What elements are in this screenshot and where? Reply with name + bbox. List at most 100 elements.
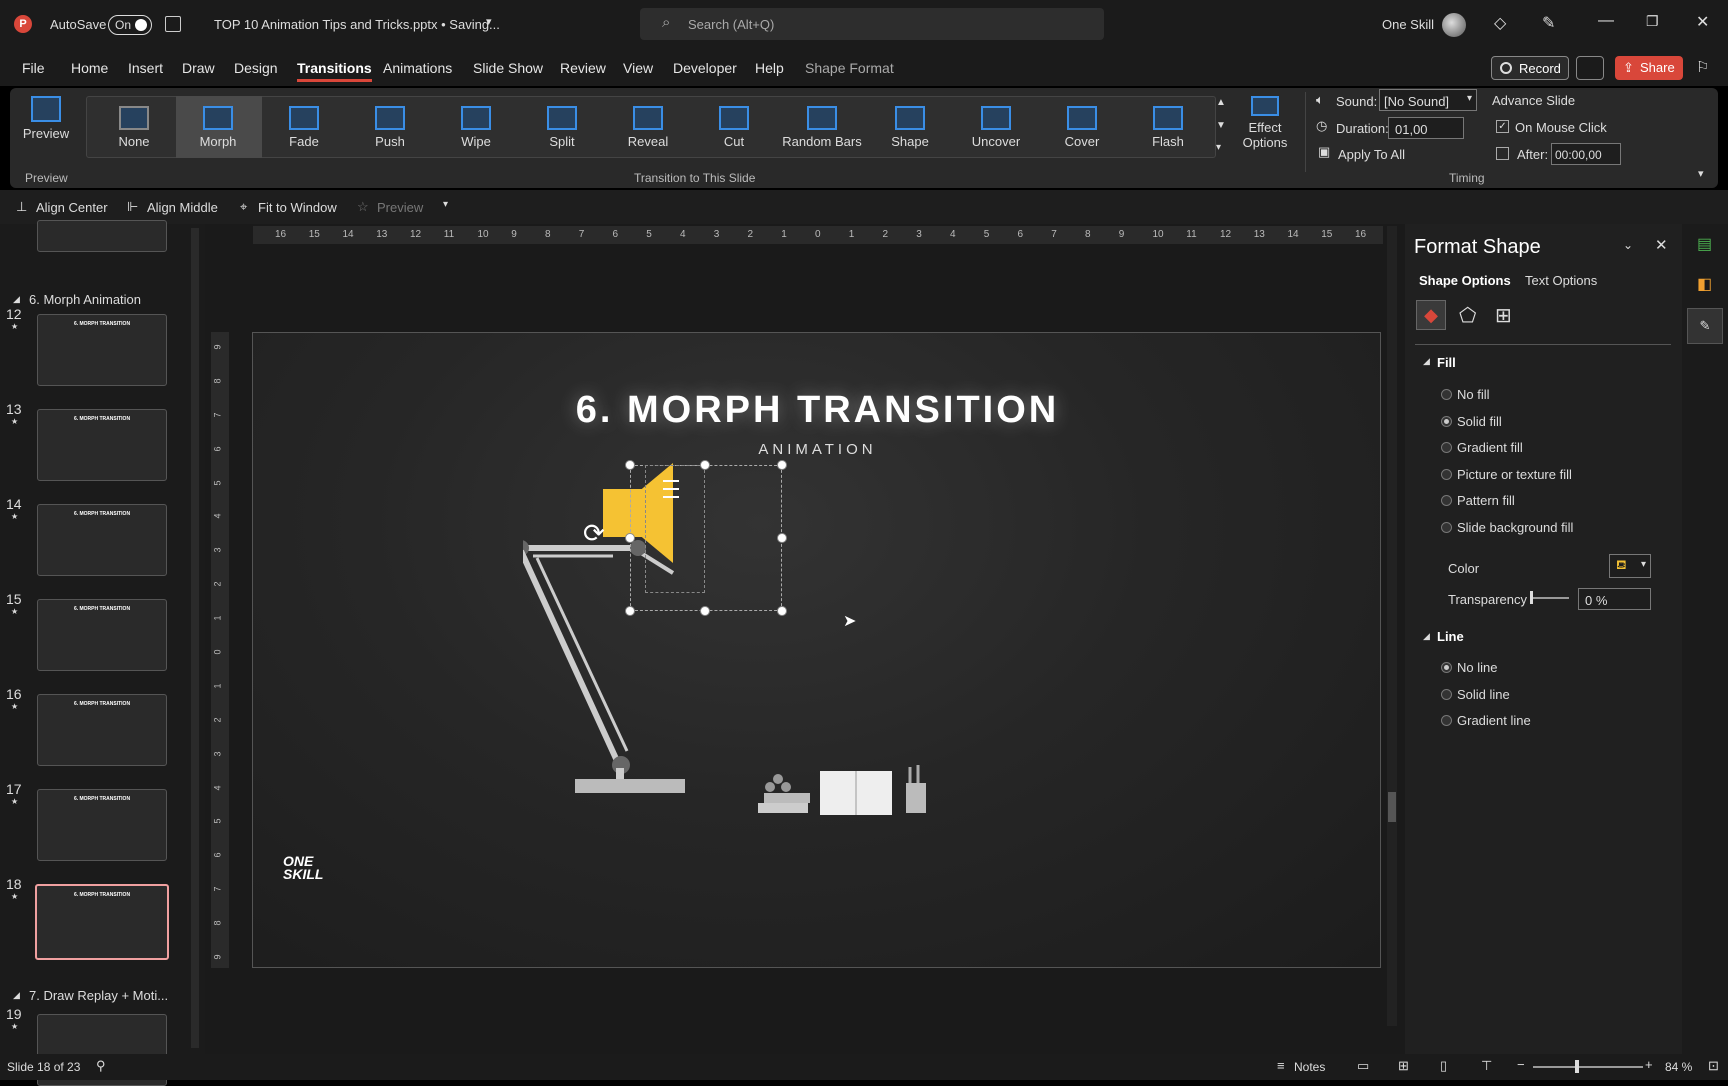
slide-title[interactable]: 6. MORPH TRANSITION	[253, 389, 1382, 432]
resize-handle[interactable]	[625, 606, 635, 616]
transition-wipe[interactable]: Wipe	[434, 96, 518, 156]
option-label[interactable]: Picture or texture fill	[1457, 467, 1572, 482]
option-label[interactable]: Gradient fill	[1457, 440, 1523, 455]
slide-thumbnail-12[interactable]: 6. MORPH TRANSITION	[37, 314, 167, 386]
resize-handle[interactable]	[625, 460, 635, 470]
fill-line-icon[interactable]: ◆	[1416, 300, 1446, 330]
user-name[interactable]: One Skill	[1382, 17, 1434, 32]
slide-sorter-icon[interactable]: ⊞	[1398, 1058, 1409, 1074]
tab-help[interactable]: Help	[755, 60, 784, 76]
tab-draw[interactable]: Draw	[182, 60, 215, 76]
fill-header[interactable]: Fill	[1437, 355, 1456, 370]
selection-box[interactable]	[645, 465, 705, 593]
notes-icon[interactable]: ≡	[1277, 1058, 1285, 1073]
radio-gradient-line[interactable]	[1441, 715, 1452, 726]
tab-file[interactable]: File	[22, 60, 45, 76]
size-properties-icon[interactable]: ⊞	[1495, 303, 1512, 328]
zoom-slider-thumb[interactable]	[1575, 1060, 1579, 1073]
option-label[interactable]: Solid line	[1457, 687, 1510, 702]
section-6-label[interactable]: 6. Morph Animation	[29, 292, 141, 307]
radio-no-fill[interactable]	[1441, 389, 1452, 400]
transition-shape[interactable]: Shape	[868, 96, 952, 156]
tab-transitions[interactable]: Transitions	[297, 60, 372, 82]
radio-solid-fill[interactable]	[1441, 415, 1452, 427]
gallery-scroll-down[interactable]: ▼	[1216, 120, 1226, 131]
transition-morph[interactable]: Morph	[176, 96, 260, 156]
resize-handle[interactable]	[700, 460, 710, 470]
slide-thumbnail-11[interactable]	[37, 220, 167, 252]
align-middle-button[interactable]: Align Middle	[147, 200, 218, 215]
format-pane-toggle-icon[interactable]: ✎	[1687, 308, 1723, 344]
diamond-icon[interactable]: ◇	[1494, 13, 1506, 33]
zoom-out-icon[interactable]: −	[1517, 1057, 1525, 1072]
on-click-checkbox[interactable]: ✓	[1496, 120, 1509, 133]
tab-design[interactable]: Design	[234, 60, 278, 76]
resize-handle[interactable]	[777, 533, 787, 543]
radio-gradient-fill[interactable]	[1441, 442, 1452, 453]
preview-button[interactable]: Preview	[18, 92, 74, 152]
gallery-more[interactable]: ▾	[1216, 142, 1221, 153]
transition-cover[interactable]: Cover	[1040, 96, 1124, 156]
gallery-scroll-up[interactable]: ▲	[1216, 97, 1226, 108]
close-pane-icon[interactable]: ✕	[1655, 236, 1668, 254]
shape-icon[interactable]: ◧	[1697, 274, 1712, 294]
duration-stepper[interactable]: 01,00	[1388, 117, 1464, 139]
option-label[interactable]: Solid fill	[1457, 414, 1502, 429]
reading-view-icon[interactable]: ▯	[1440, 1058, 1447, 1074]
zoom-in-icon[interactable]: +	[1645, 1057, 1653, 1072]
resize-handle[interactable]	[700, 606, 710, 616]
transition-reveal[interactable]: Reveal	[606, 96, 690, 156]
tab-view[interactable]: View	[623, 60, 653, 76]
tab-insert[interactable]: Insert	[128, 60, 163, 76]
zoom-level[interactable]: 84 %	[1665, 1060, 1692, 1074]
effects-icon[interactable]: ⬠	[1459, 303, 1476, 328]
customize-qat-icon[interactable]: ▾	[443, 199, 448, 210]
option-label[interactable]: Slide background fill	[1457, 520, 1573, 535]
slideshow-icon[interactable]: ⊤	[1481, 1058, 1492, 1074]
option-label[interactable]: No line	[1457, 660, 1497, 675]
record-button[interactable]: Record	[1491, 56, 1569, 80]
tab-text-options[interactable]: Text Options	[1525, 273, 1597, 288]
transparency-slider-thumb[interactable]	[1530, 591, 1533, 604]
fit-slide-icon[interactable]: ⊡	[1708, 1058, 1719, 1074]
radio-pattern-fill[interactable]	[1441, 495, 1452, 506]
radio-picture-or-texture-fill[interactable]	[1441, 468, 1452, 480]
transition-flash[interactable]: Flash	[1126, 96, 1210, 156]
collapse-line-icon[interactable]: ◢	[1423, 631, 1430, 642]
resize-handle[interactable]	[777, 606, 787, 616]
slide-thumbnail-16[interactable]: 6. MORPH TRANSITION	[37, 694, 167, 766]
slide-thumbnail-13[interactable]: 6. MORPH TRANSITION	[37, 409, 167, 481]
restore-icon[interactable]: ❐	[1646, 13, 1659, 30]
transition-push[interactable]: Push	[348, 96, 432, 156]
collapse-section-icon[interactable]: ◢	[13, 294, 20, 305]
normal-view-icon[interactable]: ▭	[1357, 1058, 1369, 1074]
canvas-scrollbar[interactable]	[1387, 226, 1397, 1026]
tab-review[interactable]: Review	[560, 60, 606, 76]
chevron-down-icon[interactable]: ⌄	[1623, 238, 1633, 252]
resize-handle[interactable]	[625, 533, 635, 543]
slide-thumbnail-14[interactable]: 6. MORPH TRANSITION	[37, 504, 167, 576]
option-label[interactable]: Gradient line	[1457, 713, 1531, 728]
tab-developer[interactable]: Developer	[673, 60, 737, 76]
transition-split[interactable]: Split	[520, 96, 604, 156]
collapse-ribbon-icon[interactable]: ▾	[1698, 167, 1704, 180]
radio-slide-background-fill[interactable]	[1441, 521, 1452, 533]
transparency-stepper[interactable]: 0 %	[1578, 588, 1651, 610]
designer-icon[interactable]: ▤	[1697, 234, 1712, 254]
tab-animations[interactable]: Animations	[383, 60, 452, 76]
color-picker-button[interactable]: ⛾ ▾	[1609, 554, 1651, 578]
sound-select[interactable]: [No Sound] ▾	[1379, 89, 1477, 111]
align-center-button[interactable]: Align Center	[36, 200, 108, 215]
slide-thumbnail-15[interactable]: 6. MORPH TRANSITION	[37, 599, 167, 671]
line-header[interactable]: Line	[1437, 629, 1464, 644]
transition-random-bars[interactable]: Random Bars	[780, 96, 864, 156]
tab-slide-show[interactable]: Slide Show	[473, 60, 543, 76]
tab-shape-format[interactable]: Shape Format	[805, 60, 894, 76]
share-button[interactable]: ⇪ Share	[1615, 56, 1683, 80]
tab-shape-options[interactable]: Shape Options	[1419, 273, 1511, 288]
transition-cut[interactable]: Cut	[692, 96, 776, 156]
avatar[interactable]	[1442, 13, 1466, 37]
fit-window-button[interactable]: Fit to Window	[258, 200, 337, 215]
notes-button[interactable]: Notes	[1294, 1060, 1325, 1074]
radio-solid-line[interactable]	[1441, 688, 1452, 700]
